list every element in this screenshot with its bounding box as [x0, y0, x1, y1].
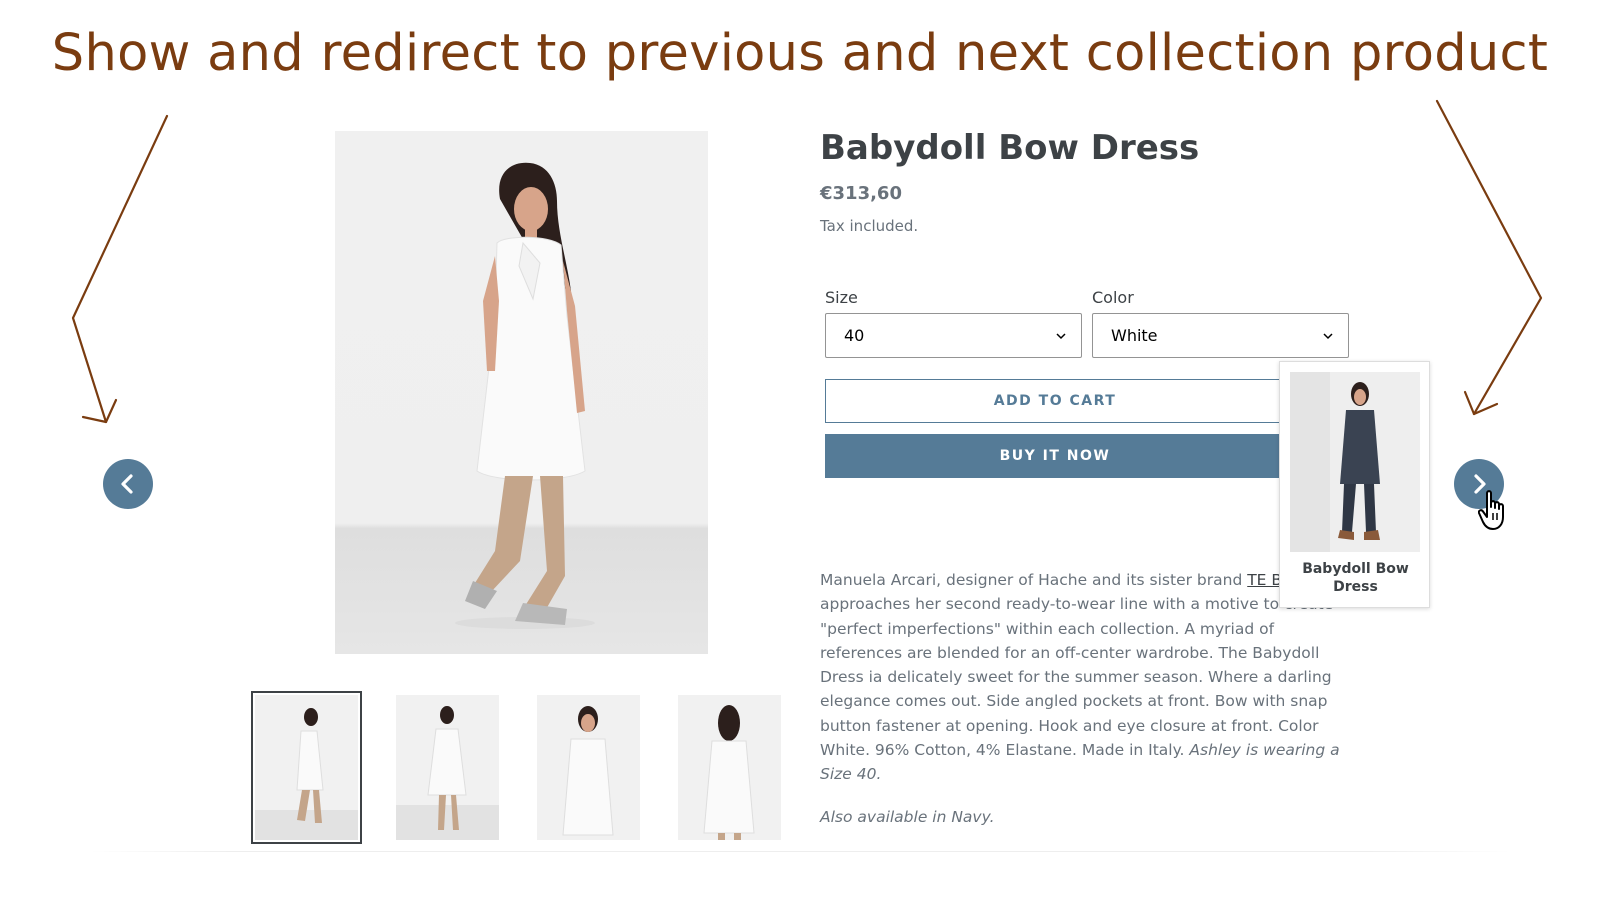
thumbnail-3[interactable]: [537, 695, 640, 840]
description-intro: Manuela Arcari, designer of Hache and it…: [820, 571, 1248, 589]
preview-figure: [1290, 372, 1420, 552]
main-product-image[interactable]: [335, 131, 708, 654]
next-product-preview[interactable]: Babydoll Bow Dress: [1279, 361, 1430, 608]
right-arrow-line: [1435, 99, 1543, 416]
tax-note: Tax included.: [820, 217, 919, 235]
chevron-down-icon: [1323, 333, 1333, 340]
size-label: Size: [825, 288, 858, 307]
next-product-name-line2: Dress: [1333, 579, 1378, 595]
chevron-left-icon: [121, 474, 133, 494]
previous-product-button[interactable]: [103, 459, 153, 509]
description-body: , approaches her second ready-to-wear li…: [820, 571, 1345, 760]
product-price: €313,60: [820, 183, 902, 204]
color-select[interactable]: White: [1092, 313, 1349, 358]
chevron-down-icon: [1056, 333, 1066, 340]
product-title: Babydoll Bow Dress: [820, 128, 1200, 168]
left-arrow-line: [71, 114, 169, 424]
annotation-banner: Show and redirect to previous and next c…: [51, 24, 1549, 83]
color-label: Color: [1092, 288, 1134, 307]
color-select-value: White: [1111, 326, 1158, 345]
thumbnail-2[interactable]: [396, 695, 499, 840]
next-product-name-line1: Babydoll Bow: [1302, 561, 1409, 577]
next-product-name: Babydoll Bow Dress: [1280, 560, 1431, 596]
thumbnail-4[interactable]: [678, 695, 781, 840]
thumbnail-figure: [396, 706, 499, 840]
thumbnail-figure: [255, 708, 358, 840]
add-to-cart-button[interactable]: ADD TO CART: [825, 379, 1285, 423]
section-divider: [90, 851, 1510, 852]
buy-it-now-button[interactable]: BUY IT NOW: [825, 434, 1285, 478]
also-available-note: Also available in Navy.: [820, 808, 995, 826]
size-select-value: 40: [844, 326, 865, 345]
right-arrow-head: [1463, 390, 1499, 416]
thumbnail-figure: [703, 705, 755, 840]
thumbnail-1[interactable]: [251, 691, 362, 844]
thumbnail-figure: [562, 706, 614, 836]
model-figure: [455, 162, 595, 629]
size-select[interactable]: 40: [825, 313, 1082, 358]
left-arrow-head: [81, 398, 118, 424]
next-product-image: [1290, 372, 1420, 552]
hand-cursor-icon: [1478, 490, 1504, 530]
product-description: Manuela Arcari, designer of Hache and it…: [820, 568, 1350, 787]
